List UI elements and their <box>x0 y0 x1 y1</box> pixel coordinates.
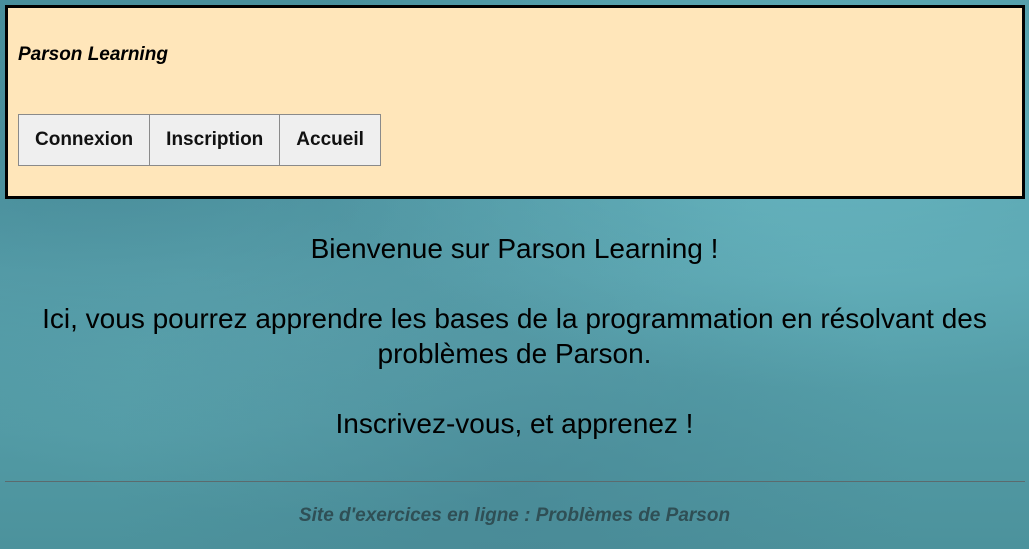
login-button[interactable]: Connexion <box>18 114 151 166</box>
register-button[interactable]: Inscription <box>149 114 281 166</box>
welcome-heading: Bienvenue sur Parson Learning ! <box>310 233 719 264</box>
main-nav: Connexion Inscription Accueil <box>18 114 381 166</box>
call-to-action-text: Inscrivez-vous, et apprenez ! <box>335 408 694 439</box>
home-button[interactable]: Accueil <box>279 114 381 166</box>
site-header: Parson Learning Connexion Inscription Ac… <box>5 5 1025 199</box>
intro-text: Ici, vous pourrez apprendre les bases de… <box>42 303 987 369</box>
site-title: Parson Learning <box>18 44 168 65</box>
footer-divider <box>5 481 1025 482</box>
footer-text: Site d'exercices en ligne : Problèmes de… <box>298 505 731 526</box>
